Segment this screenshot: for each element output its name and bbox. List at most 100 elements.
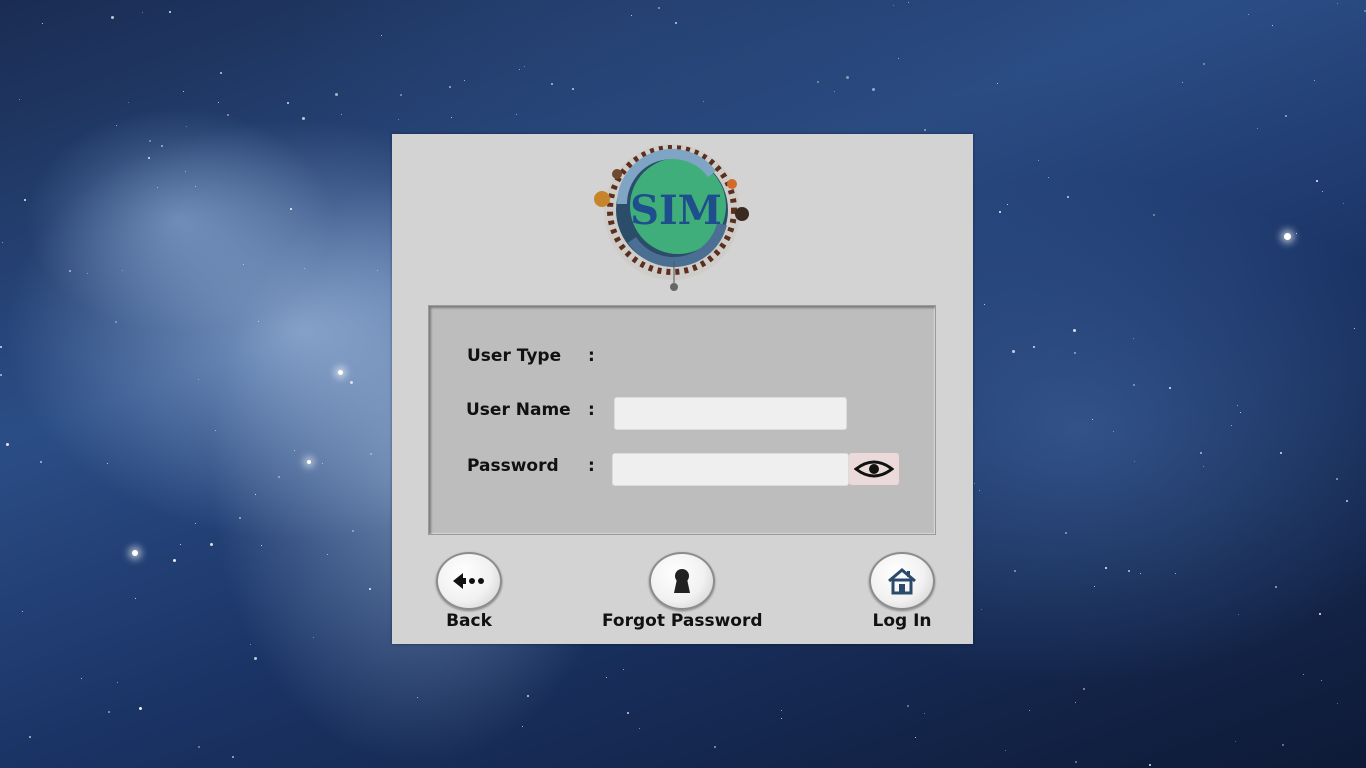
back-label: Back — [446, 611, 492, 631]
star — [924, 713, 925, 714]
star — [0, 374, 2, 376]
star — [997, 83, 998, 84]
star — [232, 756, 234, 758]
star — [1175, 573, 1176, 574]
star — [1337, 3, 1338, 4]
star — [627, 712, 629, 714]
star — [195, 186, 196, 187]
star — [1048, 177, 1049, 178]
star — [658, 7, 660, 9]
star — [227, 114, 229, 116]
star — [107, 463, 108, 464]
star — [1094, 586, 1095, 587]
star — [108, 711, 110, 713]
star — [1105, 567, 1107, 569]
password-input[interactable] — [612, 453, 849, 486]
login-button[interactable]: Log In — [869, 552, 935, 631]
star — [1113, 431, 1114, 432]
star — [287, 102, 289, 104]
star — [524, 66, 525, 67]
star — [1303, 674, 1304, 675]
star — [1200, 452, 1202, 454]
star — [352, 530, 354, 532]
star — [341, 114, 342, 115]
show-password-button[interactable] — [849, 453, 899, 485]
star — [1237, 405, 1238, 406]
star — [255, 494, 256, 495]
star — [1314, 80, 1315, 81]
star — [907, 705, 909, 707]
star — [1134, 461, 1135, 462]
star — [1133, 338, 1134, 339]
star — [1319, 613, 1321, 615]
star — [183, 91, 184, 92]
star — [1238, 614, 1239, 615]
star — [714, 746, 716, 748]
sim-logo: SIM — [594, 144, 749, 291]
back-button[interactable]: Back — [436, 552, 502, 631]
star — [1065, 532, 1067, 534]
star — [210, 543, 213, 546]
star — [69, 270, 71, 272]
star — [1033, 346, 1035, 348]
star — [2, 242, 3, 243]
star — [1075, 761, 1077, 763]
star — [370, 453, 372, 455]
star — [872, 88, 875, 91]
star — [817, 81, 819, 83]
forgot-password-button[interactable]: Forgot Password — [602, 552, 763, 631]
star — [377, 270, 378, 271]
star — [1316, 180, 1318, 182]
star — [1275, 586, 1277, 588]
star — [1248, 14, 1249, 15]
star — [142, 12, 143, 13]
star — [516, 114, 517, 115]
star — [250, 644, 251, 645]
star — [254, 657, 257, 660]
star — [1231, 425, 1232, 426]
star — [135, 598, 136, 599]
star — [1282, 744, 1284, 746]
user-name-input[interactable] — [614, 397, 847, 430]
star — [1074, 352, 1076, 354]
star — [117, 682, 118, 683]
star — [198, 746, 200, 748]
star — [261, 545, 262, 546]
star — [398, 119, 399, 120]
star — [169, 11, 171, 13]
star — [294, 450, 295, 451]
star — [1133, 384, 1135, 386]
star — [198, 379, 199, 380]
star — [908, 2, 909, 3]
star — [369, 588, 371, 590]
star — [40, 461, 42, 463]
star — [631, 15, 632, 16]
star — [148, 157, 150, 159]
keyhole-icon — [674, 569, 691, 593]
star — [1336, 478, 1338, 480]
star — [220, 72, 222, 74]
star — [551, 83, 553, 85]
star — [6, 443, 9, 446]
star — [42, 23, 43, 24]
star — [327, 554, 328, 555]
star — [400, 94, 402, 96]
star — [215, 430, 216, 431]
star — [1322, 191, 1323, 192]
star — [703, 101, 704, 102]
star — [606, 677, 607, 678]
bright-star — [132, 550, 138, 556]
star — [24, 199, 26, 201]
star — [19, 99, 20, 100]
eye-icon — [854, 460, 894, 478]
star — [313, 637, 314, 638]
star — [834, 91, 835, 92]
star — [258, 321, 259, 322]
star — [29, 736, 31, 738]
star — [893, 5, 894, 6]
star — [924, 129, 926, 131]
star — [87, 273, 88, 274]
star — [186, 126, 187, 127]
star — [1182, 82, 1183, 83]
star — [1005, 750, 1006, 751]
